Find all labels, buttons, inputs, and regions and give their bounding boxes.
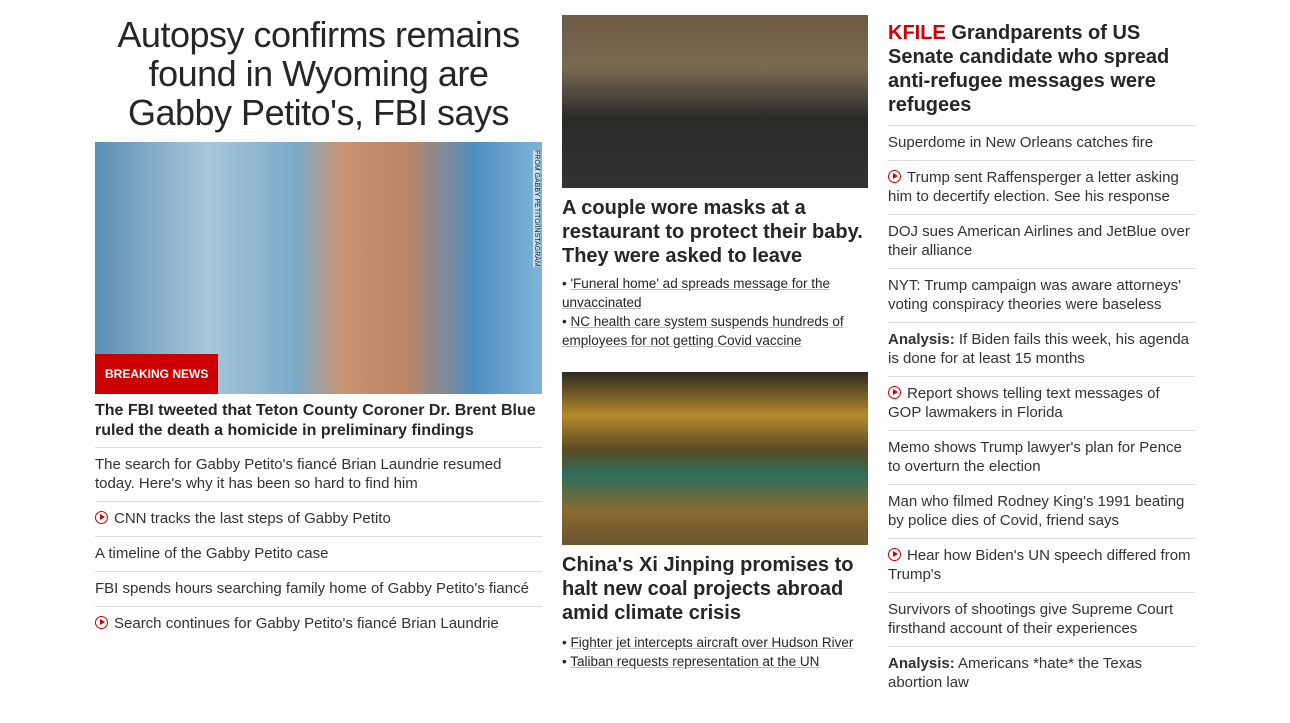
link-text: Survivors of shootings give Supreme Cour… [888,601,1174,637]
link-text: The search for Gabby Petito's fiancé Bri… [95,456,502,492]
kfile-headline[interactable]: KFILE Grandparents of US Senate candidat… [888,21,1195,125]
headline-link[interactable]: Memo shows Trump lawyer's plan for Pence… [888,430,1195,484]
play-video-icon [888,548,901,561]
headline-link[interactable]: Analysis: If Biden fails this week, his … [888,322,1195,376]
headline-link[interactable]: Survivors of shootings give Supreme Cour… [888,592,1195,646]
headline-link[interactable]: FBI spends hours searching family home o… [95,571,542,606]
headline-link[interactable]: The search for Gabby Petito's fiancé Bri… [95,447,542,501]
link-text: Hear how Biden's UN speech differed from… [888,547,1191,583]
headline-list: Superdome in New Orleans catches fire Tru… [888,125,1195,700]
link-text: Superdome in New Orleans catches fire [888,134,1154,151]
story-sublinks: • Fighter jet intercepts aircraft over H… [562,635,854,669]
middle-column: A couple wore masks at a restaurant to p… [562,0,868,671]
play-video-icon [95,616,108,629]
lead-headline[interactable]: Autopsy confirms remains found in Wyomin… [95,15,542,132]
sublink[interactable]: Taliban requests representation at the U… [570,654,819,669]
kicker: KFILE [888,22,946,44]
headline-link[interactable]: CNN tracks the last steps of Gabby Petit… [95,501,542,536]
analysis-label: Analysis: [888,331,955,348]
lead-story-column: Autopsy confirms remains found in Wyomin… [95,0,542,641]
link-text: NYT: Trump campaign was aware attorneys'… [888,277,1181,313]
related-links: The search for Gabby Petito's fiancé Bri… [95,447,542,641]
story-sublinks: • 'Funeral home' ad spreads message for … [562,276,844,348]
link-text: CNN tracks the last steps of Gabby Petit… [114,510,391,527]
lead-image[interactable]: FROM GABBY PETITO/INSTAGRAM BREAKING NEW… [95,142,542,394]
lead-subheadline[interactable]: The FBI tweeted that Teton County Corone… [95,401,542,447]
analysis-label: Analysis: [888,655,955,672]
headline-link[interactable]: Search continues for Gabby Petito's fian… [95,606,542,641]
play-video-icon [888,170,901,183]
link-text: Memo shows Trump lawyer's plan for Pence… [888,439,1182,475]
headline-link[interactable]: Report shows telling text messages of GO… [888,376,1195,430]
link-text: FBI spends hours searching family home o… [95,580,529,597]
headline-link[interactable]: NYT: Trump campaign was aware attorneys'… [888,268,1195,322]
story-headline[interactable]: A couple wore masks at a restaurant to p… [562,196,868,268]
headline-link[interactable]: Superdome in New Orleans catches fire [888,125,1195,160]
headline-link[interactable]: Man who filmed Rodney King's 1991 beatin… [888,484,1195,538]
link-text: Trump sent Raffensperger a letter asking… [888,169,1179,205]
play-video-icon [95,511,108,524]
play-video-icon [888,386,901,399]
sublink[interactable]: NC health care system suspends hundreds … [562,314,844,348]
image-credit: FROM GABBY PETITO/INSTAGRAM [533,150,540,267]
link-text: Search continues for Gabby Petito's fian… [114,615,499,632]
sublink[interactable]: 'Funeral home' ad spreads message for th… [562,276,830,310]
link-text: A timeline of the Gabby Petito case [95,545,329,562]
breaking-news-badge: BREAKING NEWS [95,354,219,394]
un-assembly-photo[interactable] [562,372,868,545]
headline-link[interactable]: Analysis: Americans *hate* the Texas abo… [888,646,1195,700]
headline-link[interactable]: A timeline of the Gabby Petito case [95,536,542,571]
link-text: Man who filmed Rodney King's 1991 beatin… [888,493,1185,529]
link-text: Report shows telling text messages of GO… [888,385,1160,421]
right-column: KFILE Grandparents of US Senate candidat… [888,0,1195,700]
headline-link[interactable]: DOJ sues American Airlines and JetBlue o… [888,214,1195,268]
story-headline[interactable]: China's Xi Jinping promises to halt new … [562,553,868,625]
couple-photo[interactable] [562,15,868,188]
headline-link[interactable]: Hear how Biden's UN speech differed from… [888,538,1195,592]
sublink[interactable]: Fighter jet intercepts aircraft over Hud… [570,635,853,650]
link-text: DOJ sues American Airlines and JetBlue o… [888,223,1190,259]
headline-link[interactable]: Trump sent Raffensperger a letter asking… [888,160,1195,214]
